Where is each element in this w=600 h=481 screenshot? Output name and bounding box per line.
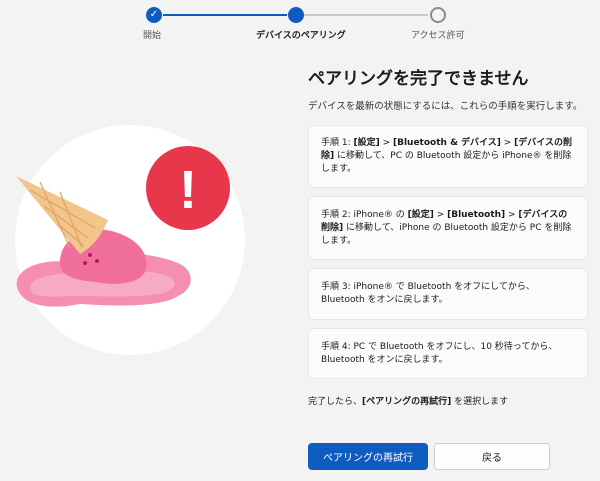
step-complete-check-icon: ✓	[146, 7, 162, 23]
sprinkle	[83, 261, 87, 265]
step-2-text: 手順 2: iPhone® の [設定] > [Bluetooth] > [デバ…	[321, 209, 575, 248]
instruction-card-step-3: 手順 3: iPhone® で Bluetooth をオフにしてから、Bluet…	[308, 268, 588, 320]
step-1-suffix: に移動して、PC の Bluetooth 設定から iPhone® を削除します…	[321, 151, 572, 174]
step-label-pairing: デバイスのペアリング	[256, 31, 346, 41]
melted-ice-cream-error-icon: !	[15, 125, 245, 355]
sprinkle	[95, 259, 99, 263]
completion-instruction: 完了したら、[ペアリングの再試行] を選択します	[308, 394, 508, 407]
page-title: ペアリングを完了できません	[308, 69, 529, 89]
step-1-prefix: 手順 1:	[321, 138, 354, 148]
path-separator: >	[500, 138, 515, 148]
step-2-path-settings: [設定]	[407, 209, 434, 220]
progress-stepper: ✓ 開始 デバイスのペアリング アクセス許可	[0, 0, 600, 50]
sprinkle	[88, 253, 92, 257]
step-2-prefix: 手順 2: iPhone® の	[321, 209, 408, 220]
step-3-text: 手順 3: iPhone® で Bluetooth をオフにしてから、Bluet…	[321, 282, 535, 305]
alert-exclamation-icon: !	[179, 160, 197, 220]
step-label-start: 開始	[143, 31, 162, 41]
retry-pairing-button[interactable]: ペアリングの再試行	[308, 443, 428, 470]
step-1-path-bluetooth: [Bluetooth & デバイス]	[392, 138, 501, 148]
stepper-line-pending	[304, 14, 428, 16]
stepper-line-completed	[163, 14, 287, 16]
page-subtitle: デバイスを最新の状態にするには、これらの手順を実行します。	[308, 101, 583, 112]
instruction-card-step-4: 手順 4: PC で Bluetooth をオフにし、10 秒待ってから、Blu…	[308, 328, 588, 379]
instruction-card-step-1: 手順 1: [設定] > [Bluetooth & デバイス] > [デバイスの…	[308, 125, 588, 188]
back-button[interactable]: 戻る	[434, 443, 550, 470]
step-pending-dot-icon	[430, 7, 446, 23]
step-current-dot-icon	[288, 7, 304, 23]
step-1-path-settings: [設定]	[353, 138, 380, 148]
path-separator: >	[433, 209, 448, 220]
step-2-path-bluetooth: [Bluetooth]	[447, 209, 506, 220]
completion-action-name: [ペアリングの再試行]	[362, 397, 452, 407]
path-separator: >	[505, 209, 519, 220]
path-separator: >	[379, 138, 393, 148]
instruction-card-step-2: 手順 2: iPhone® の [設定] > [Bluetooth] > [デバ…	[308, 196, 588, 260]
step-2-suffix: に移動して、iPhone の Bluetooth 設定から PC を削除します。	[321, 222, 572, 246]
completion-prefix: 完了したら、	[308, 397, 363, 407]
step-label-permissions: アクセス許可	[411, 31, 465, 41]
step-4-text: 手順 4: PC で Bluetooth をオフにし、10 秒待ってから、Blu…	[321, 341, 558, 365]
completion-suffix: を選択します	[451, 397, 509, 407]
step-1-text: 手順 1: [設定] > [Bluetooth & デバイス] > [デバイスの…	[321, 137, 575, 176]
